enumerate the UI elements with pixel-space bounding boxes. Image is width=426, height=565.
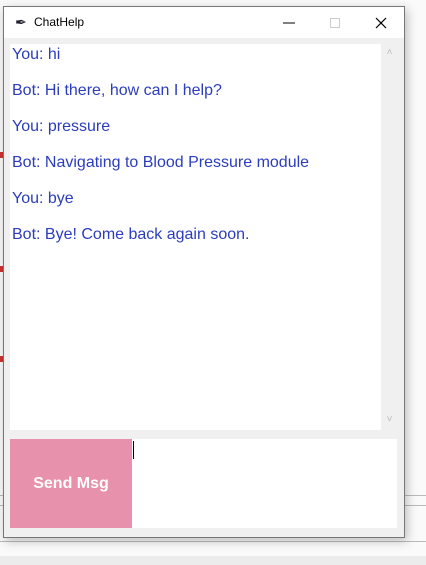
feather-app-icon: ✒ — [15, 14, 27, 30]
title-bar[interactable]: ✒ ChatHelp — [4, 7, 404, 38]
message-input[interactable] — [132, 439, 397, 528]
maximize-icon — [329, 17, 340, 28]
window-title: ChatHelp — [34, 15, 85, 29]
chat-log[interactable]: You: hi Bot: Hi there, how can I help? Y… — [10, 44, 381, 430]
send-message-button[interactable]: Send Msg — [10, 439, 132, 528]
chat-message: You: bye — [12, 190, 74, 207]
chathelp-window: ✒ ChatHelp You: hi Bot: Hi there, how ca… — [3, 6, 405, 538]
chat-message: Bot: Bye! Come back again soon. — [12, 226, 250, 243]
close-icon — [375, 17, 386, 28]
maximize-button[interactable] — [312, 7, 357, 38]
chat-message: You: hi — [12, 46, 61, 63]
close-button[interactable] — [358, 7, 403, 38]
background-bar — [0, 556, 426, 565]
chat-message: Bot: Hi there, how can I help? — [12, 82, 222, 99]
background-line — [0, 541, 426, 542]
scroll-up-icon[interactable]: ˄ — [381, 47, 398, 58]
minimize-button[interactable] — [266, 7, 311, 38]
scroll-down-icon[interactable]: ˅ — [381, 414, 398, 425]
chat-scrollbar[interactable]: ˄ ˅ — [381, 44, 398, 430]
chat-message: You: pressure — [12, 118, 111, 135]
text-caret — [133, 441, 134, 459]
minimize-icon — [282, 22, 295, 23]
chat-message: Bot: Navigating to Blood Pressure module — [12, 154, 310, 171]
